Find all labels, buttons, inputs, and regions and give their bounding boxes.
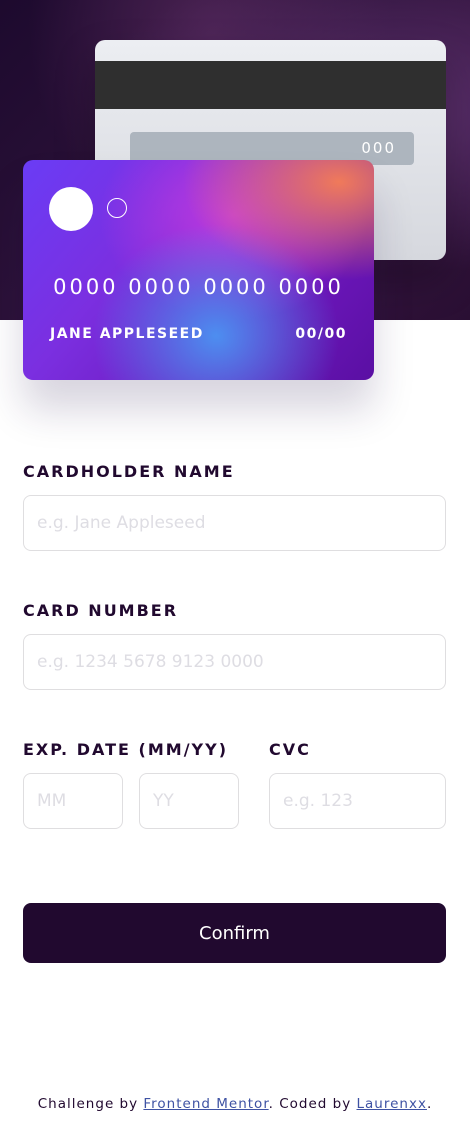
card-number-label: CARD NUMBER	[23, 601, 179, 620]
confirm-button[interactable]: Confirm	[23, 903, 446, 963]
card-number-display: 0000 0000 0000 0000	[53, 275, 344, 299]
cardholder-name-label: CARDHOLDER NAME	[23, 462, 235, 481]
attribution-footer: Challenge by Frontend Mentor. Coded by L…	[0, 1094, 470, 1114]
card-back-cvc: 000	[361, 139, 396, 157]
exp-date-label: EXP. DATE (MM/YY)	[23, 740, 229, 759]
magnetic-stripe	[95, 61, 446, 109]
frontend-mentor-link[interactable]: Frontend Mentor	[143, 1096, 268, 1112]
footer-middle: . Coded by	[268, 1096, 357, 1112]
exp-year-input[interactable]	[139, 773, 239, 829]
card-expiry-display: 00/00	[295, 326, 347, 342]
cvc-input[interactable]	[269, 773, 446, 829]
cvc-label: CVC	[269, 740, 311, 759]
exp-month-input[interactable]	[23, 773, 123, 829]
card-number-input[interactable]	[23, 634, 446, 690]
author-link[interactable]: Laurenxx	[357, 1096, 427, 1112]
footer-prefix: Challenge by	[37, 1096, 144, 1112]
card-logo-circle-filled	[49, 187, 93, 231]
card-logo-circle-outline	[107, 198, 127, 218]
footer-suffix: .	[426, 1096, 433, 1112]
card-holder-display: JANE APPLESEED	[50, 326, 204, 342]
card-front: 0000 0000 0000 0000 JANE APPLESEED 00/00	[23, 160, 374, 380]
cardholder-name-input[interactable]	[23, 495, 446, 551]
